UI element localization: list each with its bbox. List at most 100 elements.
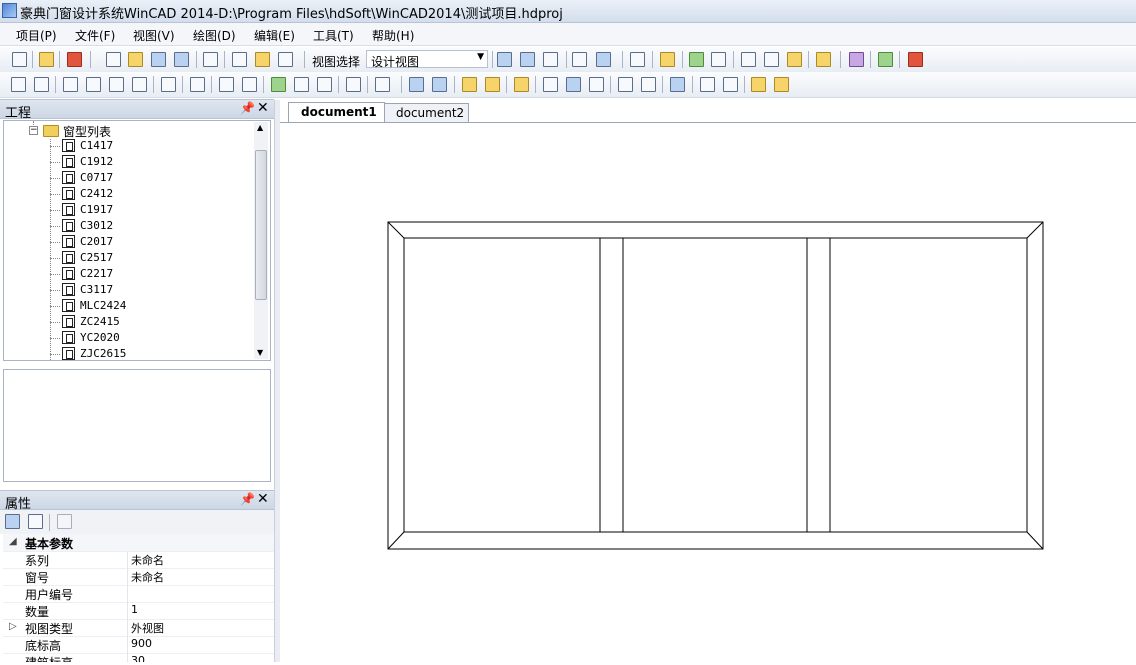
- frame-icon[interactable]: [11, 77, 26, 92]
- inner-frame[interactable]: [403, 237, 1028, 533]
- scroll-down-icon[interactable]: ▼: [257, 348, 263, 357]
- export-icon[interactable]: [255, 52, 270, 67]
- tree-item[interactable]: C1917: [50, 203, 240, 219]
- menu-help[interactable]: 帮助(H): [372, 27, 414, 44]
- measure-icon[interactable]: [660, 52, 675, 67]
- library-icon[interactable]: [849, 52, 864, 67]
- property-value[interactable]: 未命名: [131, 552, 164, 568]
- mullion-2[interactable]: [806, 237, 831, 533]
- group-icon[interactable]: [375, 77, 390, 92]
- menu-draw[interactable]: 绘图(D): [193, 27, 236, 44]
- pin-icon[interactable]: 📌: [240, 101, 255, 115]
- delete-element-icon[interactable]: [543, 77, 558, 92]
- close-icon[interactable]: ✕: [257, 100, 269, 116]
- grid-icon[interactable]: [203, 52, 218, 67]
- tree-item[interactable]: C1417: [50, 139, 240, 155]
- dimension-icon[interactable]: [689, 52, 704, 67]
- collapse-icon[interactable]: −: [29, 126, 38, 135]
- tree-item[interactable]: C2217: [50, 267, 240, 283]
- save-icon[interactable]: [151, 52, 166, 67]
- property-category[interactable]: ◢ 基本参数: [3, 534, 274, 552]
- delete-icon[interactable]: [67, 52, 82, 67]
- settings-icon[interactable]: [816, 52, 831, 67]
- view-select-dropdown[interactable]: 设计视图 ▼: [366, 50, 488, 69]
- import-icon[interactable]: [741, 52, 756, 67]
- property-pages-icon[interactable]: [57, 514, 72, 529]
- property-row[interactable]: 用户编号: [3, 585, 274, 603]
- align-icon[interactable]: [670, 77, 685, 92]
- layout-icon[interactable]: [764, 52, 779, 67]
- double-sash-icon[interactable]: [190, 77, 205, 92]
- sash-icon[interactable]: [132, 77, 147, 92]
- copy-icon[interactable]: [462, 77, 477, 92]
- multi-select-icon[interactable]: [774, 77, 789, 92]
- table-icon[interactable]: [723, 77, 738, 92]
- new-file-icon[interactable]: [12, 52, 27, 67]
- property-row[interactable]: 窗号 未命名: [3, 568, 274, 586]
- tree-item[interactable]: C3117: [50, 283, 240, 299]
- property-value[interactable]: 30: [131, 654, 145, 662]
- menu-project[interactable]: 项目(P): [16, 27, 57, 44]
- zoom-window-icon[interactable]: [543, 52, 558, 67]
- calculator-icon[interactable]: [630, 52, 645, 67]
- fill-icon[interactable]: [271, 77, 286, 92]
- frame-diagonal-icon[interactable]: [34, 77, 49, 92]
- property-row[interactable]: 数量 1: [3, 602, 274, 620]
- glass-icon[interactable]: [242, 77, 257, 92]
- report-icon[interactable]: [232, 52, 247, 67]
- tree-item[interactable]: C0717: [50, 171, 240, 187]
- zoom-extents-icon[interactable]: [596, 52, 611, 67]
- property-value[interactable]: 1: [131, 603, 138, 616]
- tab-document1[interactable]: document1: [288, 102, 385, 122]
- tree-item[interactable]: C2412: [50, 187, 240, 203]
- drawing-canvas[interactable]: [280, 123, 1136, 662]
- outer-frame[interactable]: [387, 221, 1044, 550]
- menu-tools[interactable]: 工具(T): [313, 27, 354, 44]
- text-icon[interactable]: [711, 52, 726, 67]
- pan-icon[interactable]: [572, 52, 587, 67]
- tree-item[interactable]: ZC2415: [50, 315, 240, 331]
- panel-icon[interactable]: [294, 77, 309, 92]
- equal-split-icon[interactable]: [700, 77, 715, 92]
- paste-icon[interactable]: [485, 77, 500, 92]
- categorized-icon[interactable]: [5, 514, 20, 529]
- arch-icon[interactable]: [346, 77, 361, 92]
- expand-icon[interactable]: ◢: [9, 536, 17, 547]
- save-all-icon[interactable]: [174, 52, 189, 67]
- transom-icon[interactable]: [109, 77, 124, 92]
- scroll-up-icon[interactable]: ▲: [257, 123, 263, 132]
- mullion-1[interactable]: [599, 237, 624, 533]
- tree-item[interactable]: YC2020: [50, 331, 240, 347]
- tree-item[interactable]: C3012: [50, 219, 240, 235]
- duplicate-icon[interactable]: [589, 77, 604, 92]
- tab-document2[interactable]: document2: [383, 103, 469, 122]
- louver-icon[interactable]: [317, 77, 332, 92]
- property-row[interactable]: 建筑标高 30: [3, 653, 274, 662]
- property-value[interactable]: 未命名: [131, 569, 164, 585]
- zoom-in-icon[interactable]: [497, 52, 512, 67]
- close-icon[interactable]: ✕: [257, 491, 269, 507]
- open-project-icon[interactable]: [39, 52, 54, 67]
- tree-item[interactable]: C2517: [50, 251, 240, 267]
- property-value[interactable]: 900: [131, 637, 152, 650]
- tree-item[interactable]: ZJC2615: [50, 347, 240, 360]
- plugin-icon[interactable]: [878, 52, 893, 67]
- property-row[interactable]: 系列 未命名: [3, 551, 274, 569]
- tree-item[interactable]: C1912: [50, 155, 240, 171]
- mullion-vertical-icon[interactable]: [219, 77, 234, 92]
- sort-alpha-icon[interactable]: [28, 514, 43, 529]
- new-icon[interactable]: [106, 52, 121, 67]
- cross-icon[interactable]: [161, 77, 176, 92]
- zoom-out-icon[interactable]: [520, 52, 535, 67]
- menu-file[interactable]: 文件(F): [75, 27, 115, 44]
- menu-view[interactable]: 视图(V): [133, 27, 175, 44]
- tree-root-label[interactable]: 窗型列表: [63, 123, 111, 140]
- property-value[interactable]: 外视图: [131, 620, 164, 636]
- redo-icon[interactable]: [432, 77, 447, 92]
- menu-edit[interactable]: 编辑(E): [254, 27, 295, 44]
- mullion-split-icon[interactable]: [86, 77, 101, 92]
- open-folder-icon[interactable]: [128, 52, 143, 67]
- property-row[interactable]: ▷ 视图类型 外视图: [3, 619, 274, 637]
- tree-item[interactable]: C2017: [50, 235, 240, 251]
- expand-icon[interactable]: ▷: [9, 621, 17, 632]
